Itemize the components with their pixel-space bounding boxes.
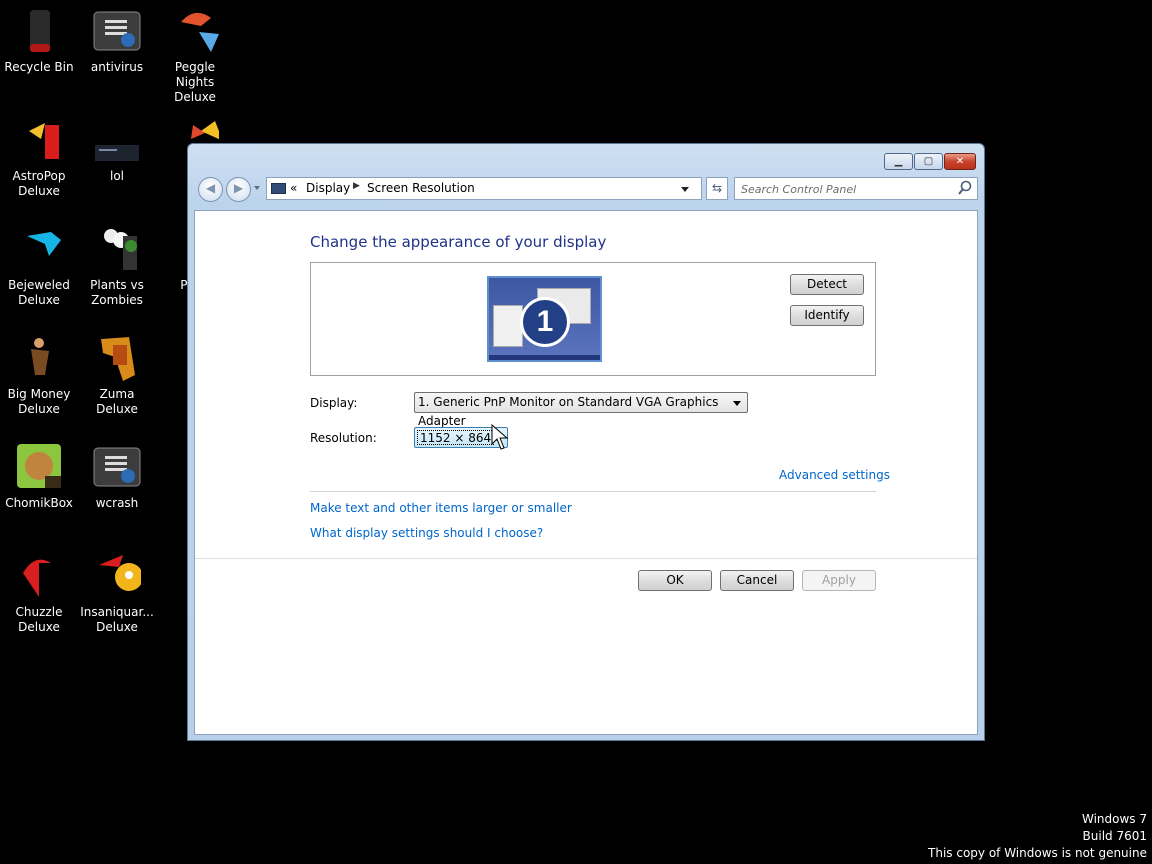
desktop-icon-lol[interactable]: lol	[78, 117, 156, 184]
desktop-icon-label: Recycle Bin	[4, 60, 74, 74]
recycle-bin-icon	[15, 8, 63, 56]
address-bar[interactable]: « Display ▶ Screen Resolution	[266, 177, 702, 200]
desktop-icon-wcrash[interactable]: wcrash	[78, 444, 156, 511]
desktop-icon-plants-vs-zombies[interactable]: Plants vs Zombies	[78, 226, 156, 308]
chevron-down-icon	[733, 401, 741, 406]
minimize-button[interactable]: ▁	[884, 153, 913, 170]
resolution-select-value: 1152 × 864	[417, 430, 495, 445]
window-thumbnail	[493, 305, 523, 347]
desktop-icon-chomikbox[interactable]: ChomikBox	[0, 444, 78, 511]
text-size-link[interactable]: Make text and other items larger or smal…	[310, 501, 572, 515]
desktop-icon-big-money[interactable]: Big Money Deluxe	[0, 335, 78, 417]
forward-arrow-icon: ▶	[233, 181, 244, 195]
desktop-icon-label: Big Money Deluxe	[7, 387, 71, 416]
desktop-icon-recycle-bin[interactable]: Recycle Bin	[0, 8, 78, 75]
desktop-icon-label: Peggle Nights Deluxe	[174, 60, 216, 104]
desktop-icon-label: Plants vs Zombies	[90, 278, 144, 307]
antivirus-icon	[93, 8, 141, 56]
desktop-icon-label: wcrash	[95, 496, 139, 510]
desktop-icon-label: Bejeweled Deluxe	[8, 278, 70, 307]
peggle-nights-icon	[171, 8, 219, 56]
footer-divider	[195, 558, 977, 559]
zuma-icon	[93, 335, 141, 383]
desktop-icon-label: Chuzzle Deluxe	[15, 605, 63, 634]
desktop-icon-label: Zuma Deluxe	[96, 387, 138, 416]
resolution-label: Resolution:	[310, 431, 377, 445]
bejeweled-icon	[15, 226, 63, 274]
insaniquarium-icon	[93, 553, 143, 601]
cancel-button[interactable]: Cancel	[720, 570, 794, 591]
desktop-icon-peggle-nights[interactable]: Peggle Nights Deluxe	[156, 8, 234, 105]
breadcrumb-screen-resolution[interactable]: Screen Resolution	[367, 181, 475, 195]
back-arrow-icon: ◀	[205, 181, 216, 195]
taskbar-thumbnail	[489, 355, 600, 360]
desktop-icon-astropop[interactable]: AstroPop Deluxe	[0, 117, 78, 199]
content-pane: Change the appearance of your display 1 …	[194, 210, 978, 735]
detect-button[interactable]: Detect	[790, 274, 864, 295]
desktop-icon-zuma[interactable]: Zuma Deluxe	[78, 335, 156, 417]
breadcrumb-separator-icon[interactable]: ▶	[353, 181, 360, 191]
breadcrumb-chevron[interactable]: «	[290, 181, 297, 195]
recent-pages-dropdown-icon[interactable]	[254, 186, 260, 190]
display-help-link[interactable]: What display settings should I choose?	[310, 526, 543, 540]
desktop-icon-label: ChomikBox	[5, 496, 73, 510]
astropop-icon	[15, 117, 63, 165]
ok-button[interactable]: OK	[638, 570, 712, 591]
apply-button[interactable]: Apply	[802, 570, 876, 591]
control-panel-icon	[271, 183, 286, 194]
refresh-icon: ⇆	[711, 181, 723, 195]
watermark-line-genuine: This copy of Windows is not genuine	[928, 846, 1147, 860]
desktop-icon-label: lol	[109, 169, 124, 183]
close-button[interactable]: ✕	[944, 153, 976, 170]
desktop-icon-label: AstroPop Deluxe	[12, 169, 66, 198]
advanced-settings-link[interactable]: Advanced settings	[779, 468, 890, 482]
navigation-bar: ◀ ▶ « Display ▶ Screen Resolution ⇆	[196, 177, 978, 203]
search-box[interactable]	[734, 177, 978, 200]
screen-resolution-window: ▁ ▢ ✕ ◀ ▶ « Display ▶ Screen Resolution …	[187, 143, 985, 741]
breadcrumb-display[interactable]: Display	[306, 181, 350, 195]
forward-button[interactable]: ▶	[226, 177, 251, 202]
lol-icon	[93, 117, 141, 165]
windows-watermark: Windows 7 Build 7601 This copy of Window…	[928, 811, 1147, 862]
maximize-icon: ▢	[923, 156, 934, 167]
monitor-1-icon[interactable]: 1	[487, 276, 602, 362]
desktop-icon-label: Insaniquar... Deluxe	[80, 605, 154, 634]
close-icon: ✕	[955, 156, 965, 167]
display-label: Display:	[310, 396, 358, 410]
plants-vs-zombies-icon	[93, 226, 141, 274]
desktop-icon-antivirus[interactable]: antivirus	[78, 8, 156, 75]
divider	[310, 491, 876, 492]
wcrash-icon	[93, 444, 141, 492]
display-select-value: 1. Generic PnP Monitor on Standard VGA G…	[418, 395, 719, 428]
chomikbox-icon	[15, 444, 63, 492]
search-icon[interactable]	[958, 180, 972, 196]
chuzzle-icon	[15, 553, 63, 601]
mouse-cursor-icon	[491, 424, 509, 450]
identify-button[interactable]: Identify	[790, 305, 864, 326]
desktop-icon-chuzzle[interactable]: Chuzzle Deluxe	[0, 553, 78, 635]
address-dropdown-icon[interactable]	[681, 187, 689, 192]
monitor-number: 1	[520, 297, 570, 347]
watermark-line-build: Build 7601	[1082, 829, 1147, 843]
watermark-line-os: Windows 7	[1081, 812, 1147, 826]
display-select[interactable]: 1. Generic PnP Monitor on Standard VGA G…	[414, 392, 748, 428]
desktop-icon-bejeweled[interactable]: Bejeweled Deluxe	[0, 226, 78, 308]
desktop-icon-insaniquarium[interactable]: Insaniquar... Deluxe	[78, 553, 156, 635]
desktop-icon-label: antivirus	[90, 60, 144, 74]
display-preview-area: 1 Detect Identify	[310, 262, 876, 376]
minimize-icon: ▁	[894, 156, 903, 167]
caption-buttons: ▁ ▢ ✕	[883, 153, 976, 170]
big-money-icon	[15, 335, 63, 383]
page-title: Change the appearance of your display	[310, 233, 607, 251]
maximize-button[interactable]: ▢	[914, 153, 943, 170]
back-button[interactable]: ◀	[198, 177, 223, 202]
search-input[interactable]	[741, 181, 951, 197]
refresh-button[interactable]: ⇆	[706, 177, 728, 200]
